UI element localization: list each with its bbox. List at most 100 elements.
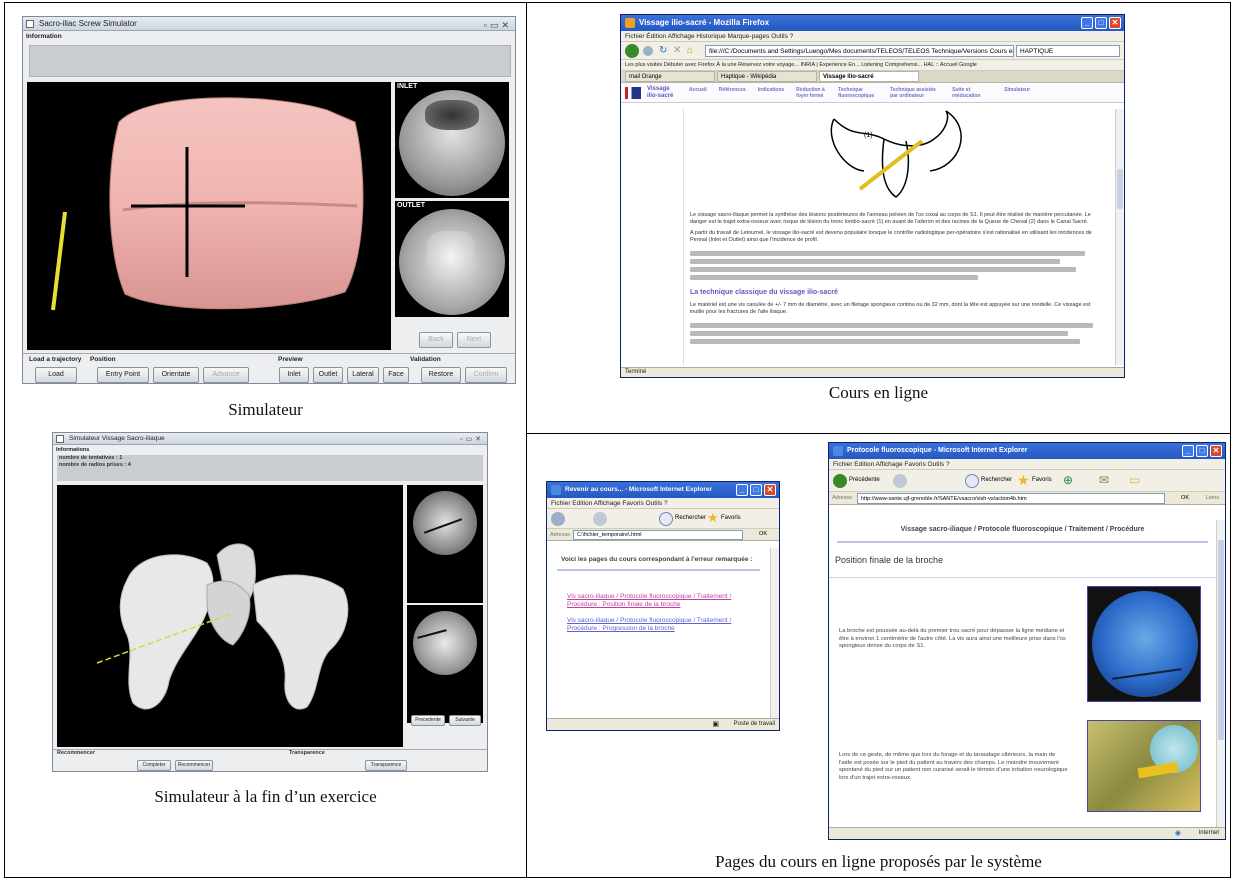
firefox-title: Vissage ilio-sacré - Mozilla Firefox	[639, 18, 770, 27]
firefox-menubar[interactable]: Fichier Édition Affichage Historique Mar…	[621, 31, 1124, 42]
ie-small-status: Poste de travail	[733, 721, 775, 727]
scrollbar[interactable]	[770, 548, 779, 718]
caption-simulateur-fin: Simulateur à la fin d’un exercice	[154, 787, 377, 806]
firefox-icon	[625, 18, 635, 28]
nav-accueil[interactable]: Accueil	[689, 87, 707, 99]
suivante-button[interactable]: Suivante	[449, 715, 481, 726]
maximize-icon[interactable]: □	[750, 484, 762, 496]
minimize-icon[interactable]: _	[1182, 445, 1194, 457]
search-icon[interactable]	[965, 474, 979, 488]
load-button[interactable]: Load	[35, 367, 77, 383]
bookmarks-bar[interactable]: Les plus visités Débuter avec Firefox À …	[621, 60, 1124, 71]
links-label[interactable]: Liens	[1206, 495, 1219, 501]
tab-haptique[interactable]: Haptique - Wikipédia	[717, 71, 817, 82]
search-label[interactable]: Rechercher	[675, 515, 706, 521]
star-icon[interactable]: ★	[1017, 472, 1030, 489]
back-button[interactable]: Back	[419, 332, 453, 348]
paragraph-filler	[684, 246, 1107, 285]
search-label[interactable]: Rechercher	[981, 477, 1012, 483]
completer-button[interactable]: Completer	[137, 760, 171, 771]
forward-icon[interactable]	[593, 512, 607, 526]
computer-icon: ▣	[712, 721, 719, 728]
nav-simulateur[interactable]: Simulateur	[1004, 87, 1030, 99]
ie-small-title: Revenir au cours... - Microsoft Internet…	[565, 486, 713, 493]
nav-indications[interactable]: Indications	[758, 87, 784, 99]
viewport-3d[interactable]	[57, 485, 403, 747]
tab-vissage[interactable]: Vissage ilio-sacré	[819, 71, 919, 82]
confirm-button[interactable]: Confirm	[465, 367, 507, 383]
face-button[interactable]: Face	[383, 367, 409, 383]
advance-button[interactable]: Advance	[203, 367, 249, 383]
nav-references[interactable]: Références	[719, 87, 746, 99]
favorites-label[interactable]: Favoris	[721, 515, 741, 521]
transparence-button[interactable]: Transparence	[365, 760, 407, 771]
search-box[interactable]: HAPTIQUE	[1016, 45, 1120, 57]
precedente-button[interactable]: Precedente	[411, 715, 445, 726]
back-icon[interactable]	[551, 512, 565, 526]
reload-icon[interactable]: ↻	[659, 45, 667, 56]
search-icon[interactable]	[659, 512, 673, 526]
close-icon[interactable]: ✕	[1109, 17, 1121, 29]
folder-icon[interactable]: ▭	[1129, 473, 1140, 487]
history-icon[interactable]: ⊕	[1063, 473, 1073, 487]
back-icon[interactable]	[833, 474, 847, 488]
nav-technique-ordi[interactable]: Technique assistée par ordinateur	[890, 87, 940, 99]
ie-large-menubar[interactable]: Fichier Edition Affichage Favoris Outils…	[829, 459, 1225, 470]
screw-icon	[51, 211, 67, 311]
maximize-icon[interactable]: □	[1196, 445, 1208, 457]
address-field[interactable]: http://www-sante.ujf-grenoble.fr/SANTE/v…	[857, 493, 1165, 504]
ie-large-content: Vissage sacro-iliaque / Protocole fluoro…	[829, 520, 1216, 827]
ie-small-menubar[interactable]: Fichier Edition Affichage Favoris Outils…	[547, 498, 779, 509]
address-field[interactable]: C:\fichier_temporaire\.html	[573, 530, 743, 540]
orientate-button[interactable]: Orientate	[153, 367, 199, 383]
home-icon[interactable]: ⌂	[687, 45, 693, 56]
ie-small-addressbar: Adresse C:\fichier_temporaire\.html OK	[547, 529, 779, 541]
close-icon[interactable]: ✕	[764, 484, 776, 496]
go-button[interactable]: OK	[1181, 495, 1189, 501]
site-logo: Vissage ilio-sacré	[647, 85, 674, 99]
entry-point-button[interactable]: Entry Point	[97, 367, 149, 383]
window-controls-icon[interactable]: ▫▭✕	[460, 434, 484, 446]
next-button[interactable]: Next	[457, 332, 491, 348]
favorites-label[interactable]: Favoris	[1032, 477, 1052, 483]
scrollbar[interactable]	[1216, 520, 1225, 827]
nav-technique-fluoro[interactable]: Technique fluoroscopique	[838, 87, 878, 99]
mail-icon[interactable]: ✉	[1099, 473, 1109, 487]
stop-icon[interactable]: ✕	[673, 45, 681, 56]
outlet-button[interactable]: Outlet	[313, 367, 343, 383]
ie-icon	[551, 485, 561, 495]
go-button[interactable]: OK	[759, 531, 767, 537]
lateral-button[interactable]: Lateral	[347, 367, 379, 383]
viewport-3d[interactable]	[27, 82, 391, 350]
controls-bar: Load a trajectory Position Preview Valid…	[23, 353, 515, 383]
scrollbar[interactable]	[1115, 109, 1124, 365]
firefox-titlebar: Vissage ilio-sacré - Mozilla Firefox _ □ ✕	[621, 15, 1124, 31]
window-controls-icon[interactable]: ▫▭✕	[484, 18, 512, 32]
restore-button[interactable]: Restore	[421, 367, 461, 383]
address-bar[interactable]: file:///C:/Documents and Settings/Luengo…	[705, 45, 1014, 57]
maximize-icon[interactable]: □	[1095, 17, 1107, 29]
star-icon[interactable]: ★	[707, 510, 719, 526]
paragraph-3: Le matériel est une vis canulée de +/- 7…	[690, 302, 1091, 315]
back-icon[interactable]	[625, 44, 639, 58]
paragraph-2: A partir du travail de Letournel, le vis…	[690, 230, 1092, 243]
minimize-icon[interactable]: _	[1081, 17, 1093, 29]
minimize-icon[interactable]: _	[736, 484, 748, 496]
forward-icon[interactable]	[643, 46, 653, 56]
nav-suite[interactable]: Suite et rééducation	[952, 87, 992, 99]
heading: Voici les pages du cours correspondant à…	[557, 552, 760, 571]
course-link-1[interactable]: Vis sacro-iliaque / Protocole fluoroscop…	[567, 593, 760, 609]
close-icon[interactable]: ✕	[1210, 445, 1222, 457]
controls-bar: Recommencer Transparence Completer Recom…	[53, 749, 487, 771]
group-recommencer-label: Recommencer	[57, 750, 95, 756]
nav-reduction[interactable]: Réduction à foyer fermé	[796, 87, 826, 99]
address-label: Adresse	[550, 532, 571, 538]
tab-mail-orange[interactable]: mail Orange	[625, 71, 715, 82]
forward-icon[interactable]	[893, 474, 907, 488]
inlet-button[interactable]: Inlet	[279, 367, 309, 383]
course-link-2[interactable]: Vis sacro-iliaque / Protocole fluoroscop…	[567, 617, 760, 633]
back-label[interactable]: Précédente	[849, 477, 880, 483]
info-attempts: nombre de tentatives : 1	[59, 455, 123, 461]
recommencer-button[interactable]: Recommencer	[175, 760, 213, 771]
ie-small-content: Voici les pages du cours correspondant à…	[547, 548, 770, 718]
